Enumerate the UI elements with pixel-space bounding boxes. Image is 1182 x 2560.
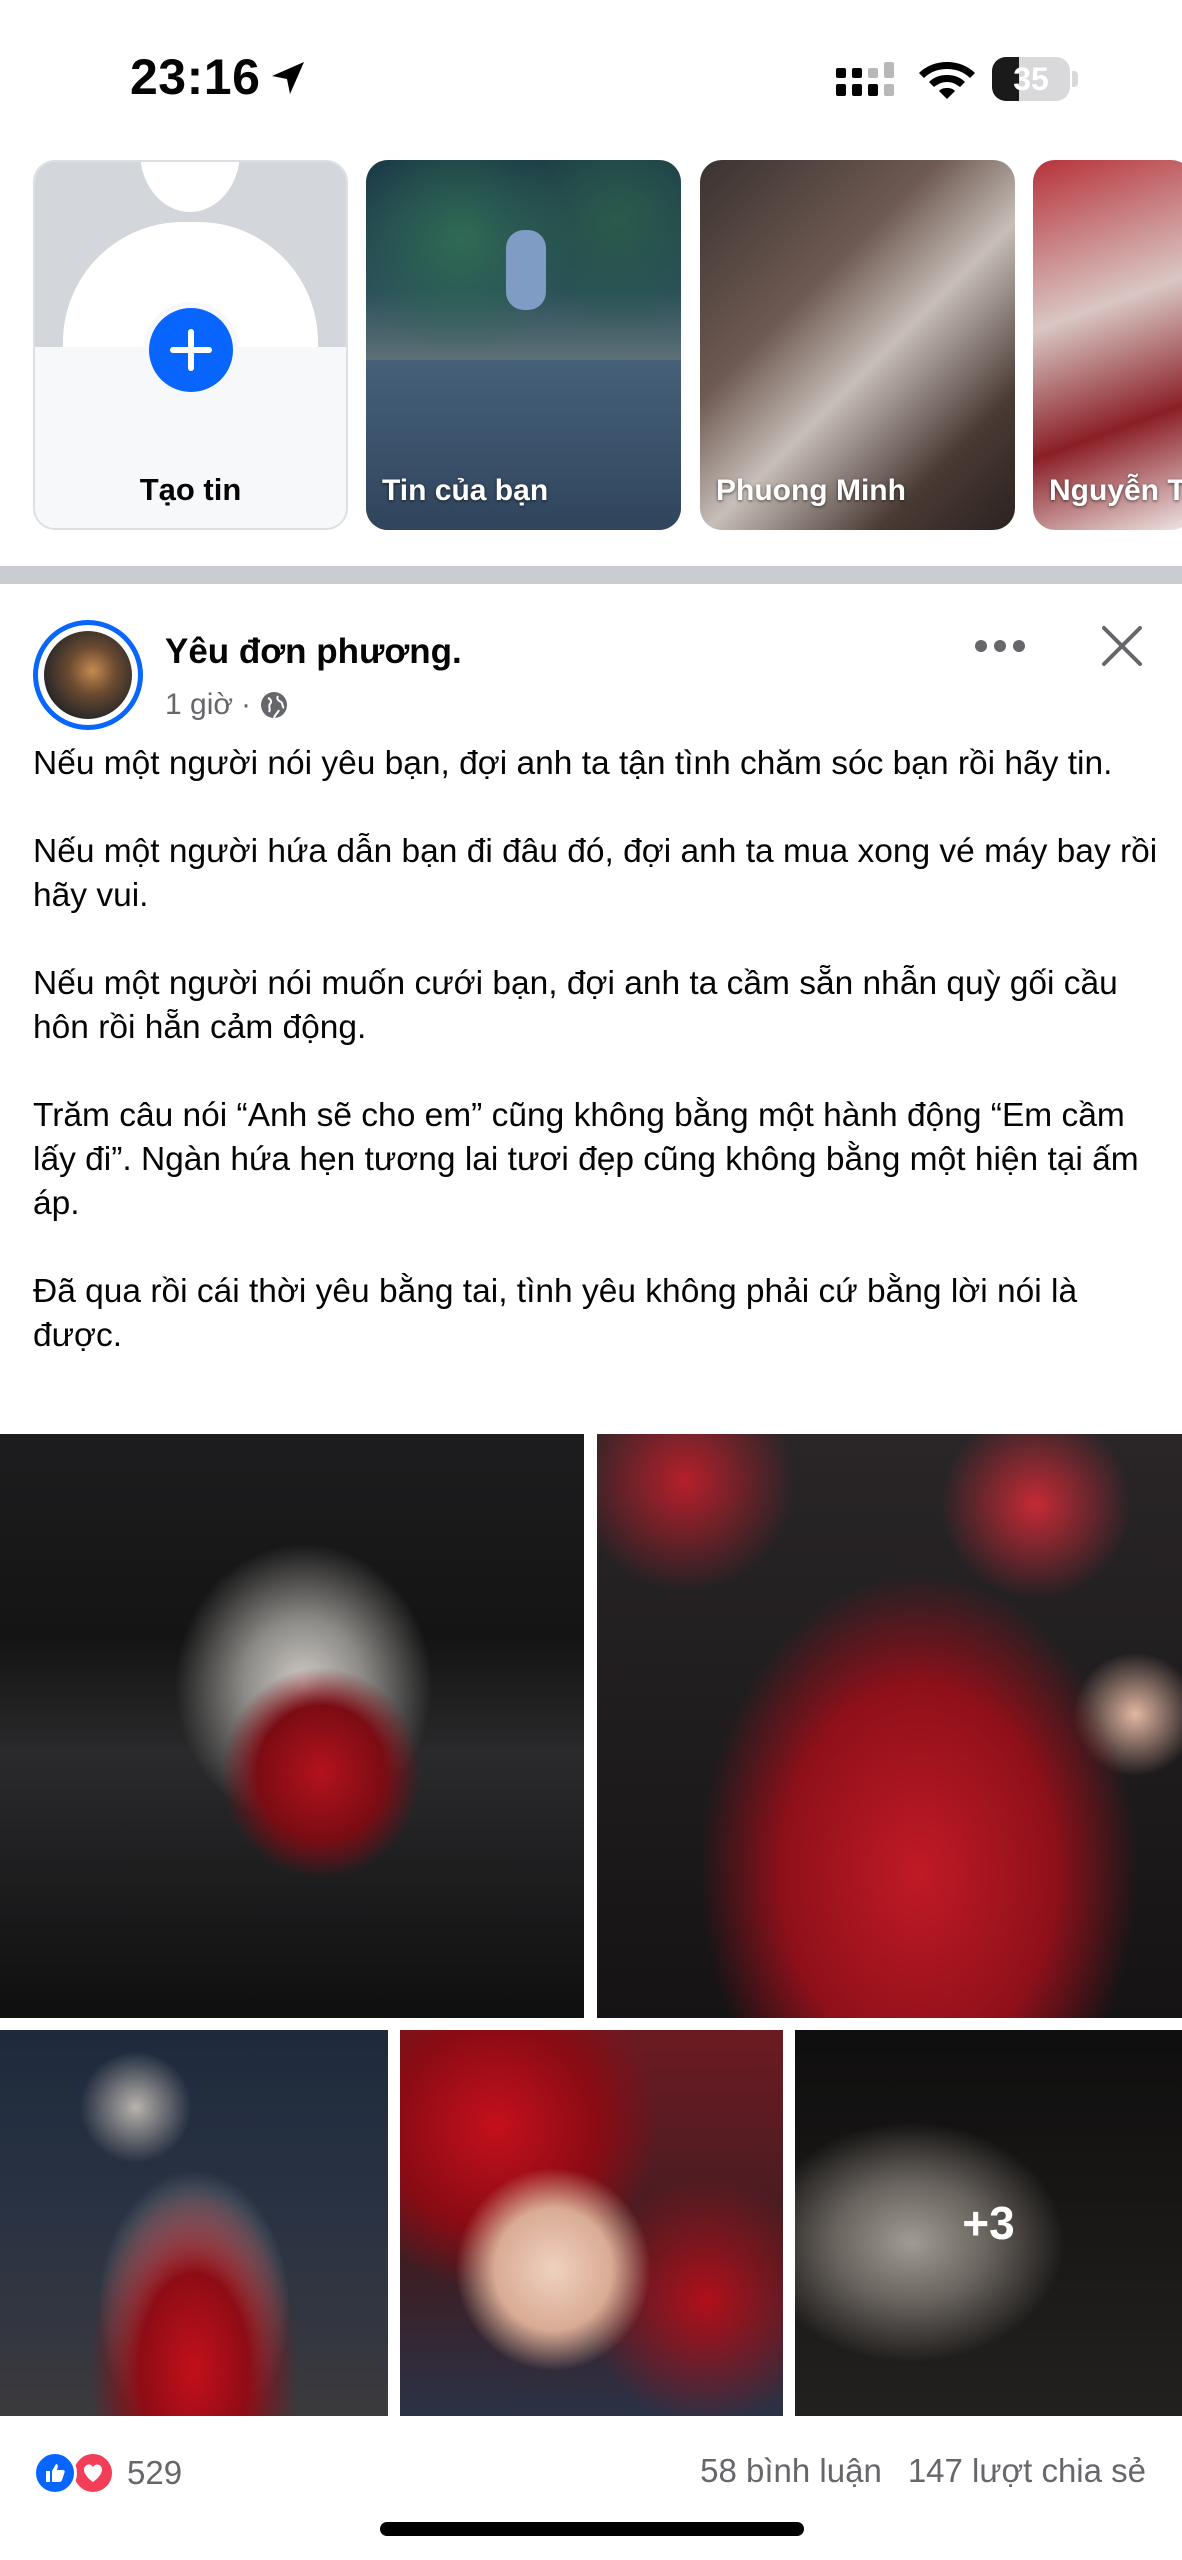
stories-carousel[interactable]: Tạo tin Tin của bạn Phuong Minh Nguyễn T bbox=[0, 160, 1182, 532]
post-photo-rose-bouquet[interactable] bbox=[597, 1434, 1182, 2018]
post-time: 1 giờ bbox=[165, 688, 234, 721]
story-label: Phuong Minh bbox=[716, 474, 906, 507]
post-body: Nếu một người nói yêu bạn, đợi anh ta tậ… bbox=[33, 742, 1163, 1358]
meta-separator: · bbox=[241, 688, 252, 721]
share-count-link[interactable]: 147 lượt chia sẻ bbox=[908, 2452, 1146, 2490]
post-paragraph: Đã qua rồi cái thời yêu bằng tai, tình y… bbox=[33, 1273, 1078, 1354]
post-photo-champagne[interactable]: +3 bbox=[795, 2030, 1182, 2416]
status-time: 23:16 bbox=[130, 49, 261, 105]
story-label: Tin của bạn bbox=[382, 474, 549, 507]
love-reaction-icon bbox=[71, 2451, 115, 2495]
comment-count-link[interactable]: 58 bình luận bbox=[700, 2452, 882, 2490]
engagement-stats: 58 bình luận 147 lượt chia sẻ bbox=[700, 2452, 1146, 2490]
signal-icon bbox=[836, 62, 894, 96]
status-bar: 23:16 35 bbox=[0, 0, 1182, 160]
post-paragraph: Nếu một người nói muốn cưới bạn, đợi anh… bbox=[33, 965, 1118, 1046]
reaction-count: 529 bbox=[127, 2454, 183, 2491]
add-story-icon[interactable] bbox=[143, 302, 239, 398]
story-card-your-story[interactable]: Tin của bạn bbox=[366, 160, 681, 530]
battery-level: 35 bbox=[1013, 61, 1049, 97]
more-options-icon[interactable] bbox=[975, 640, 1025, 654]
battery-icon: 35 bbox=[992, 57, 1078, 101]
section-divider bbox=[0, 566, 1182, 584]
wifi-icon bbox=[919, 62, 975, 99]
post-photo-ring-hand[interactable] bbox=[400, 2030, 783, 2416]
location-arrow-icon bbox=[272, 62, 304, 94]
story-card-nguyen[interactable]: Nguyễn T bbox=[1033, 160, 1182, 530]
home-indicator[interactable] bbox=[380, 2522, 804, 2536]
story-card-phuong-minh[interactable]: Phuong Minh bbox=[700, 160, 1015, 530]
post-meta: 1 giờ · bbox=[165, 688, 289, 722]
close-icon[interactable] bbox=[1098, 622, 1146, 670]
author-avatar[interactable] bbox=[33, 620, 143, 730]
create-story-label: Tạo tin bbox=[139, 472, 242, 507]
create-story-card[interactable]: Tạo tin bbox=[33, 160, 348, 530]
story-label: Nguyễn T bbox=[1049, 474, 1182, 507]
reaction-summary[interactable]: 529 bbox=[33, 2448, 182, 2498]
story-thumbnail bbox=[506, 230, 546, 310]
post-paragraph: Trăm câu nói “Anh sẽ cho em” cũng không … bbox=[33, 1097, 1139, 1222]
post-paragraph: Nếu một người nói yêu bạn, đợi anh ta tậ… bbox=[33, 745, 1113, 782]
post-photo-car-roses[interactable] bbox=[0, 1434, 584, 2018]
author-name[interactable]: Yêu đơn phương. bbox=[165, 632, 462, 672]
more-photos-count: +3 bbox=[962, 2197, 1015, 2249]
like-reaction-icon bbox=[33, 2451, 77, 2495]
post-paragraph: Nếu một người hứa dẫn bạn đi đâu đó, đợi… bbox=[33, 833, 1158, 914]
globe-icon bbox=[261, 692, 288, 719]
post-photo-balloons-candles[interactable] bbox=[0, 2030, 388, 2416]
